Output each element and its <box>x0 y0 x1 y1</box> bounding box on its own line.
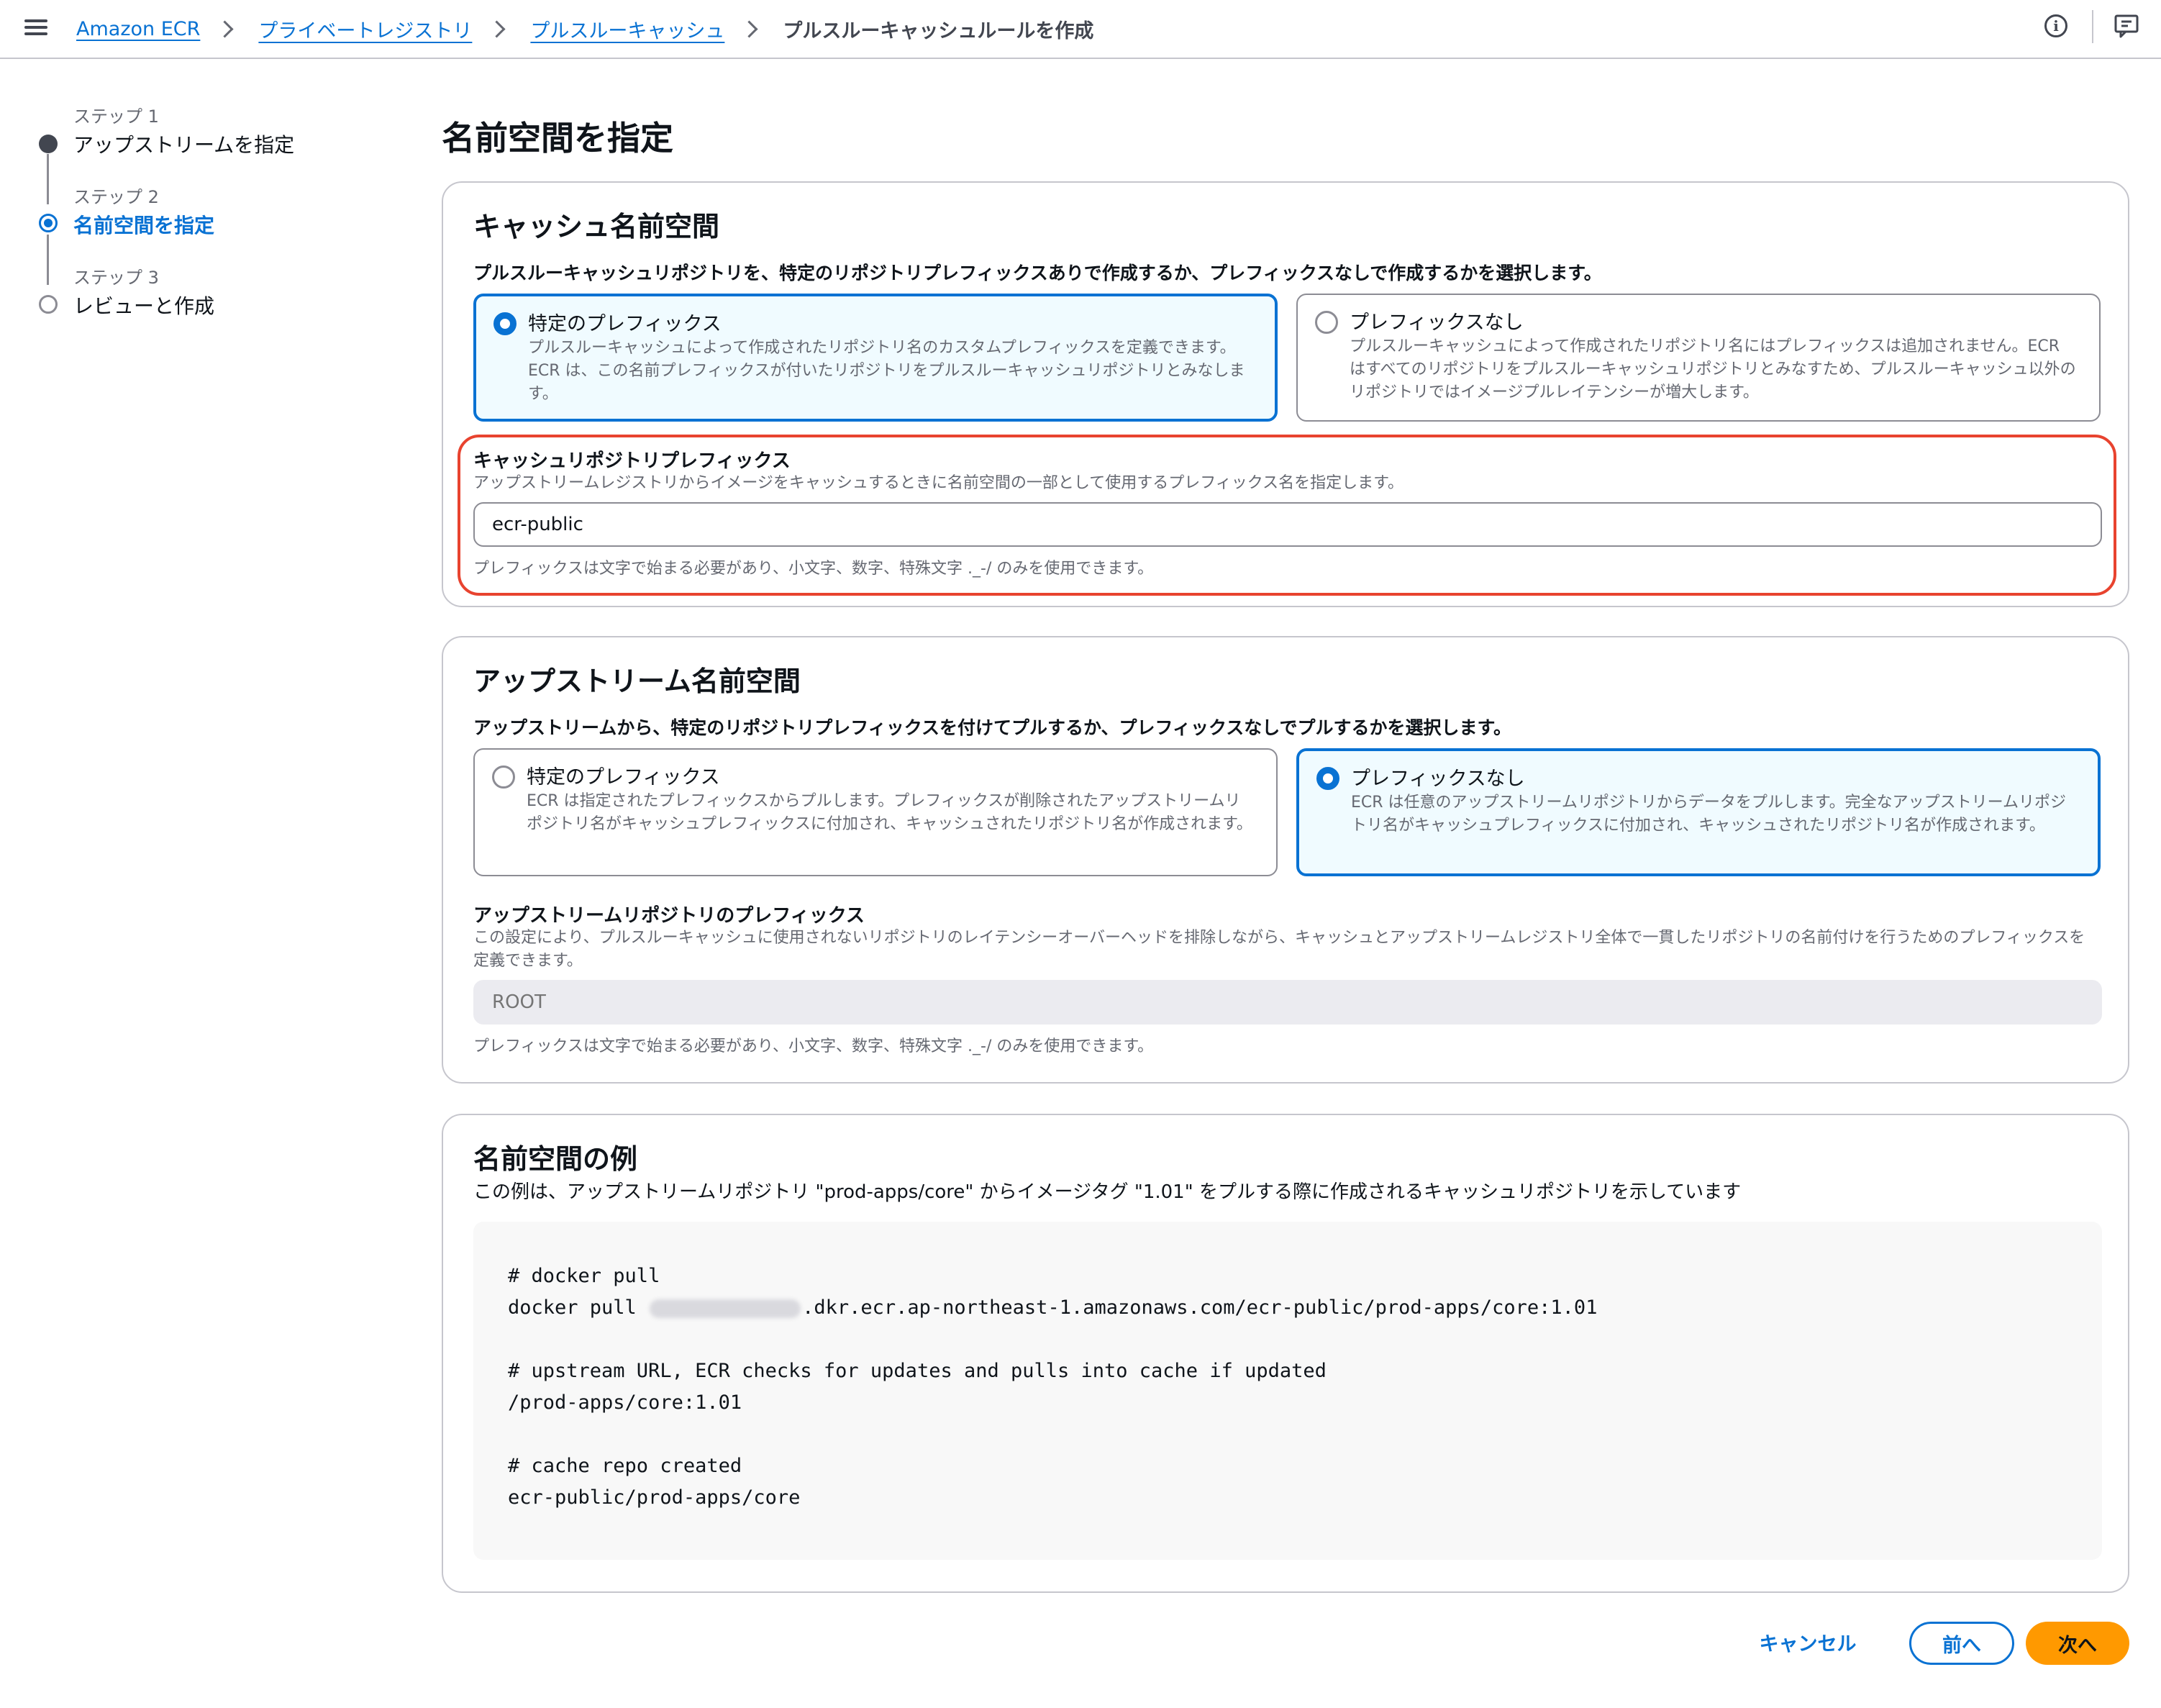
code-comment: # cache repo created <box>508 1455 742 1477</box>
option-description: ECR は任意のアップストリームリポジトリからデータをプルします。完全なアップス… <box>1351 794 2067 835</box>
code-text: docker pull <box>508 1296 649 1319</box>
breadcrumb-private-registry[interactable]: プライベートレジストリ <box>258 15 472 43</box>
option-title: 特定のプレフィックス <box>527 766 720 789</box>
namespace-example-card: 名前空間の例 この例は、アップストリームリポジトリ "prod-apps/cor… <box>442 1114 2129 1593</box>
radio-button[interactable] <box>492 766 515 789</box>
previous-button[interactable]: 前へ <box>1909 1622 2014 1665</box>
page-title: 名前空間を指定 <box>442 119 673 158</box>
breadcrumb-pull-through-cache[interactable]: プルスルーキャッシュ <box>530 15 724 43</box>
step-connector <box>47 154 49 204</box>
code-upstream-url: /prod-apps/core:1.01 <box>508 1391 742 1414</box>
cancel-button[interactable]: キャンセル <box>1754 1622 1862 1662</box>
redacted-account-id <box>650 1299 801 1318</box>
upstream-prefix-hint: プレフィックスは文字で始まる必要があり、小文字、数字、特殊文字 ._-/ のみを… <box>473 1037 1154 1055</box>
cache-prefix-description: アップストリームレジストリからイメージをキャッシュするときに名前空間の一部として… <box>473 474 1403 492</box>
code-cache-repo: ecr-public/prod-apps/core <box>508 1486 801 1509</box>
upstream-namespace-title: アップストリーム名前空間 <box>473 666 801 697</box>
info-icon[interactable]: i <box>2044 14 2067 37</box>
option-description: プルスルーキャッシュによって作成されたリポジトリ名のカスタムプレフィックスを定義… <box>528 339 1245 403</box>
cache-prefix-input[interactable] <box>473 502 2102 547</box>
radio-button-selected[interactable] <box>493 312 517 335</box>
upstream-prefix-label: アップストリームリポジトリのプレフィックス <box>473 905 865 927</box>
upstream-prefix-description: この設定により、プルスルーキャッシュに使用されないリポジトリのレイテンシーオーバ… <box>473 929 2085 970</box>
chevron-right-icon <box>488 19 506 38</box>
cache-namespace-title: キャッシュ名前空間 <box>473 211 720 242</box>
upstream-prefix-input <box>473 980 2102 1025</box>
code-docker-pull: docker pull .dkr.ecr.ap-northeast-1.amaz… <box>508 1296 1597 1319</box>
code-block: # docker pull docker pull .dkr.ecr.ap-no… <box>473 1222 2102 1560</box>
chevron-right-icon <box>216 19 234 38</box>
option-description: プルスルーキャッシュによって作成されたリポジトリ名にはプレフィックスは追加されま… <box>1350 337 2076 401</box>
upstream-option-specific-prefix[interactable]: 特定のプレフィックス ECR は指定されたプレフィックスからプルします。プレフィ… <box>473 748 1278 876</box>
step-active-icon <box>39 214 58 232</box>
divider <box>2092 10 2093 43</box>
feedback-icon[interactable] <box>2114 13 2139 39</box>
cache-namespace-description: プルスルーキャッシュリポジトリを、特定のリポジトリプレフィックスありで作成するか… <box>473 263 1602 283</box>
cache-prefix-label: キャッシュリポジトリプレフィックス <box>473 450 791 472</box>
cache-namespace-card: キャッシュ名前空間 プルスルーキャッシュリポジトリを、特定のリポジトリプレフィッ… <box>442 181 2129 607</box>
breadcrumb: Amazon ECR プライベートレジストリ プルスルーキャッシュ プルスルーキ… <box>76 13 1093 45</box>
upstream-namespace-card: アップストリーム名前空間 アップストリームから、特定のリポジトリプレフィックスを… <box>442 636 2129 1084</box>
option-description: ECR は指定されたプレフィックスからプルします。プレフィックスが削除されたアッ… <box>527 792 1252 833</box>
code-comment: # upstream URL, ECR checks for updates a… <box>508 1360 1327 1382</box>
menu-icon[interactable] <box>24 16 47 39</box>
top-navigation-bar: Amazon ECR プライベートレジストリ プルスルーキャッシュ プルスルーキ… <box>0 0 2161 59</box>
step-1-title[interactable]: アップストリームを指定 <box>73 130 294 158</box>
cache-option-specific-prefix[interactable]: 特定のプレフィックス プルスルーキャッシュによって作成されたリポジトリ名のカスタ… <box>473 294 1278 422</box>
cache-option-no-prefix[interactable]: プレフィックスなし プルスルーキャッシュによって作成されたリポジトリ名にはプレフ… <box>1296 294 2101 422</box>
breadcrumb-current: プルスルーキャッシュルールを作成 <box>783 19 1094 42</box>
step-3-title: レビューと作成 <box>73 294 215 318</box>
option-title: 特定のプレフィックス <box>528 313 722 335</box>
step-3-label: ステップ 3 <box>73 268 159 288</box>
step-todo-icon <box>39 295 58 314</box>
option-title: プレフィックスなし <box>1350 312 1524 334</box>
next-button[interactable]: 次へ <box>2026 1622 2129 1665</box>
example-description: この例は、アップストリームリポジトリ "prod-apps/core" からイメ… <box>473 1181 1742 1203</box>
code-comment: # docker pull <box>508 1265 660 1287</box>
chevron-right-icon <box>740 19 758 38</box>
radio-button-selected[interactable] <box>1316 767 1339 790</box>
step-1-label: ステップ 1 <box>73 106 159 127</box>
step-done-icon <box>39 135 58 153</box>
cache-prefix-hint: プレフィックスは文字で始まる必要があり、小文字、数字、特殊文字 ._-/ のみを… <box>473 560 1154 578</box>
radio-button[interactable] <box>1315 311 1338 334</box>
example-title: 名前空間の例 <box>473 1143 638 1175</box>
code-text: .dkr.ecr.ap-northeast-1.amazonaws.com/ec… <box>802 1296 1598 1319</box>
upstream-option-no-prefix[interactable]: プレフィックスなし ECR は任意のアップストリームリポジトリからデータをプルし… <box>1296 748 2101 876</box>
step-connector <box>47 235 49 285</box>
upstream-namespace-description: アップストリームから、特定のリポジトリプレフィックスを付けてプルするか、プレフィ… <box>473 717 1512 738</box>
step-2-label: ステップ 2 <box>73 187 159 207</box>
breadcrumb-amazon-ecr[interactable]: Amazon ECR <box>76 18 200 40</box>
step-2-title: 名前空間を指定 <box>73 214 215 237</box>
option-title: プレフィックスなし <box>1351 768 1525 790</box>
